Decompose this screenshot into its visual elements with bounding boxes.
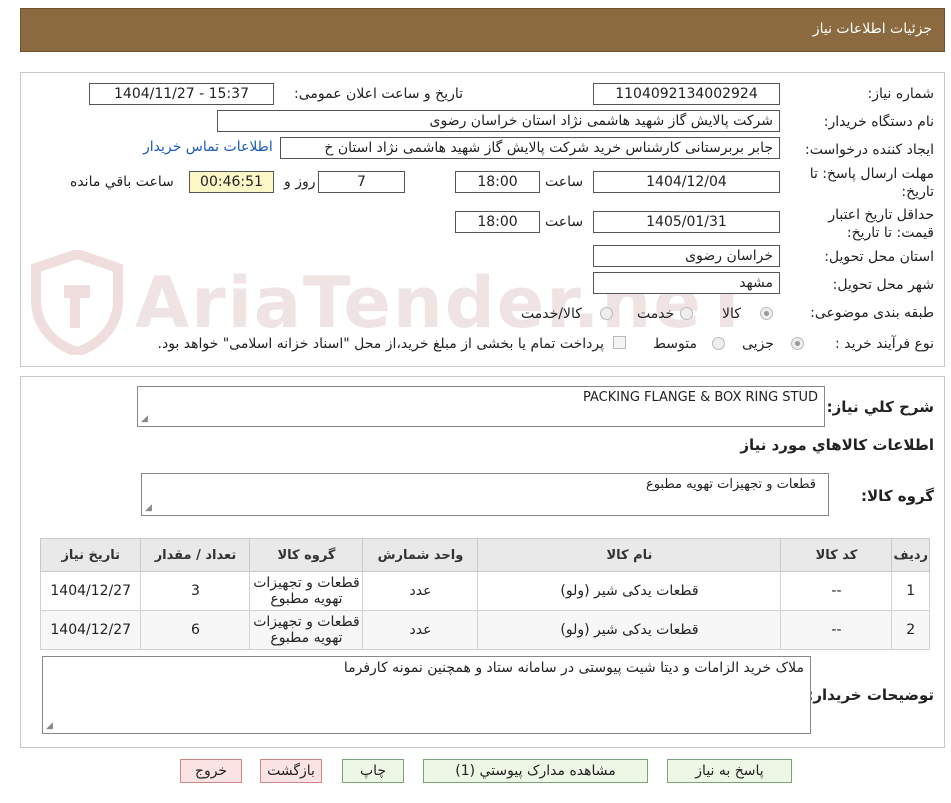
buyer-contact-link[interactable]: اطلاعات تماس خریدار [143,139,273,155]
category-radio-goods-service[interactable] [600,307,613,320]
summary-textarea[interactable]: PACKING FLANGE & BOX RING STUD ◢ [137,386,825,427]
province-label: استان محل تحویل: [824,249,934,265]
province-field[interactable]: خراسان رضوی [593,245,780,267]
cell-row-number: 1 [891,571,930,611]
page-header: جزئیات اطلاعات نیاز [20,8,945,52]
process-label: نوع فرآیند خرید : [835,336,934,352]
days-label: روز و [284,174,316,190]
buyer-notes-text: ملاک خرید الزامات و دیتا شیت پیوستی در س… [343,660,804,676]
city-field[interactable]: مشهد [593,272,780,294]
cell-unit: عدد [362,571,479,611]
goods-group-label: گروه کالا: [861,487,934,505]
items-table: ردیف کد کالا نام کالا واحد شمارش گروه کا… [39,538,930,650]
validity-label: حداقل تاریخ اعتبار قیمت: تا تاریخ: [828,206,934,242]
buyer-org-label: نام دستگاه خریدار: [823,114,934,130]
summary-text: PACKING FLANGE & BOX RING STUD [582,390,818,405]
summary-label: شرح کلي نیاز: [826,398,934,416]
print-button[interactable]: چاپ [342,759,404,783]
cell-quantity: 3 [140,571,251,611]
cell-name: قطعات یدکی شیر (ولو) [477,571,782,611]
city-label: شهر محل تحویل: [832,277,934,293]
buyer-notes-label: توضیحات خریدار: [807,686,934,704]
view-attachments-button[interactable]: مشاهده مدارک پیوستي (1) [423,759,648,783]
cell-unit: عدد [362,610,479,650]
table-row[interactable]: 2 -- قطعات یدکی شیر (ولو) عدد قطعات و تج… [39,610,930,650]
goods-info-title: اطلاعات کالاهاي مورد نیاز [740,436,934,454]
need-number-field[interactable]: 1104092134002924 [593,83,780,105]
table-row[interactable]: 1 -- قطعات یدکی شیر (ولو) عدد قطعات و تج… [39,571,930,611]
cell-quantity: 6 [140,610,251,650]
col-header-quantity: تعداد / مقدار [140,538,251,572]
col-header-unit: واحد شمارش [362,538,479,572]
cell-row-number: 2 [891,610,930,650]
cell-name: قطعات یدکی شیر (ولو) [477,610,782,650]
category-option-service: خدمت [637,306,675,322]
deadline-hour-label: ساعت [545,174,584,190]
reply-button[interactable]: پاسخ به نیاز [667,759,792,783]
treasury-payment-note: پرداخت تمام یا بخشی از مبلغ خرید،از محل … [157,336,604,352]
cell-date: 1404/12/27 [39,610,142,650]
validity-hour-field[interactable]: 18:00 [455,211,540,233]
cell-group: قطعات و تجهیزات تهویه مطبوع [249,610,364,650]
category-option-goods-service: کالا/خدمت [521,306,582,322]
validity-label-line2: قیمت: تا تاریخ: [846,225,934,241]
col-header-date: تاریخ نیاز [39,538,142,572]
category-option-goods: کالا [722,306,741,322]
deadline-label-line1: مهلت ارسال پاسخ: تا [809,166,934,182]
remaining-label: ساعت باقي مانده [70,174,174,190]
validity-label-line1: حداقل تاریخ اعتبار [828,207,934,223]
resize-grip-icon[interactable]: ◢ [141,414,148,424]
creator-field[interactable]: جابر بربرستانی کارشناس خرید شرکت پالایش … [280,137,780,159]
table-header-row: ردیف کد کالا نام کالا واحد شمارش گروه کا… [39,538,930,572]
need-number-label: شماره نیاز: [867,86,935,102]
deadline-date-field[interactable]: 1404/12/04 [593,171,780,193]
category-radio-goods[interactable] [760,307,773,320]
deadline-hour-field[interactable]: 18:00 [455,171,540,193]
process-option-minor: جزیی [742,336,774,352]
creator-label: ایجاد کننده درخواست: [805,142,934,158]
col-header-row-number: ردیف [891,538,930,572]
goods-group-text: قطعات و تجهیزات تهویه مطبوع [645,477,816,492]
deadline-label: مهلت ارسال پاسخ: تا تاریخ: [810,165,934,201]
announce-field[interactable]: 1404/11/27 - 15:37 [89,83,274,105]
cell-date: 1404/12/27 [39,571,142,611]
cell-code: -- [780,610,893,650]
announce-label: تاریخ و ساعت اعلان عمومی: [294,86,463,102]
resize-grip-icon[interactable]: ◢ [46,721,53,731]
resize-grip-icon[interactable]: ◢ [145,503,152,513]
deadline-label-line2: تاریخ: [901,184,934,200]
remaining-time-field: 00:46:51 [189,171,274,193]
col-header-name: نام کالا [477,538,782,572]
category-radio-service[interactable] [680,307,693,320]
buyer-notes-textarea[interactable]: ملاک خرید الزامات و دیتا شیت پیوستی در س… [42,656,811,734]
col-header-group: گروه کالا [249,538,364,572]
treasury-payment-checkbox[interactable] [613,336,626,349]
validity-hour-label: ساعت [545,214,584,230]
validity-date-field[interactable]: 1405/01/31 [593,211,780,233]
exit-button[interactable]: خروج [180,759,242,783]
process-radio-minor[interactable] [791,337,804,350]
page-title: جزئیات اطلاعات نیاز [812,21,932,37]
goods-group-textarea[interactable]: قطعات و تجهیزات تهویه مطبوع ◢ [141,473,829,516]
process-radio-medium[interactable] [712,337,725,350]
days-field[interactable]: 7 [318,171,405,193]
back-button[interactable]: بازگشت [260,759,322,783]
category-label: طبقه بندی موضوعی: [810,305,934,321]
cell-code: -- [780,571,893,611]
buyer-org-field[interactable]: شرکت پالایش گاز شهید هاشمی نژاد استان خر… [217,110,780,132]
cell-group: قطعات و تجهیزات تهویه مطبوع [249,571,364,611]
col-header-code: کد کالا [780,538,893,572]
process-option-medium: متوسط [653,336,697,352]
